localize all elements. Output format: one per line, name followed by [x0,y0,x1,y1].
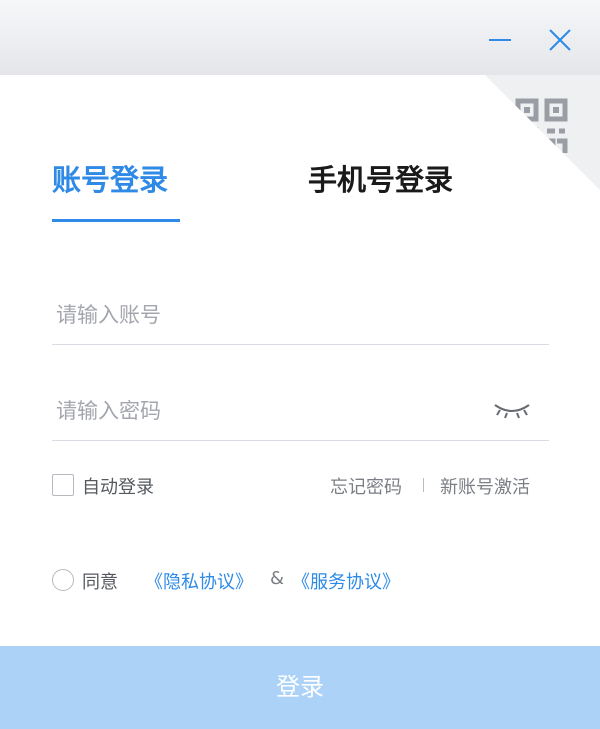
auto-login-label: 自动登录 [82,477,154,498]
link-divider [423,478,424,492]
activate-account-link[interactable]: 新账号激活 [440,473,530,499]
auto-login-checkbox[interactable] [52,474,74,496]
privacy-policy-link[interactable]: 《隐私协议》 [145,568,253,594]
close-icon [549,29,571,51]
password-visibility-toggle[interactable] [492,395,532,423]
eye-closed-icon [494,404,530,419]
title-bar [0,0,600,75]
account-input[interactable] [56,295,476,335]
agreement-radio[interactable] [52,569,74,591]
tab-phone-login-label: 手机号登录 [308,163,454,197]
qr-code-icon [485,75,600,190]
tab-phone-login[interactable]: 手机号登录 [308,160,468,222]
service-agreement-link[interactable]: 《服务协议》 [292,568,400,594]
password-input[interactable] [56,391,476,431]
minimize-button[interactable] [482,22,518,58]
qr-login-toggle[interactable] [485,75,600,190]
forgot-password-link[interactable]: 忘记密码 [330,473,402,499]
agreement-and: & [270,568,285,589]
password-field-container [52,381,549,441]
tab-account-login-label: 账号登录 [52,163,169,197]
agreement-prefix: 同意 [82,572,118,593]
login-button[interactable]: 登录 [0,646,600,729]
account-field-container [52,285,549,345]
close-button[interactable] [542,22,578,58]
tab-account-login[interactable]: 账号登录 [52,160,180,222]
minimize-icon [489,39,511,41]
active-tab-indicator [52,219,180,222]
